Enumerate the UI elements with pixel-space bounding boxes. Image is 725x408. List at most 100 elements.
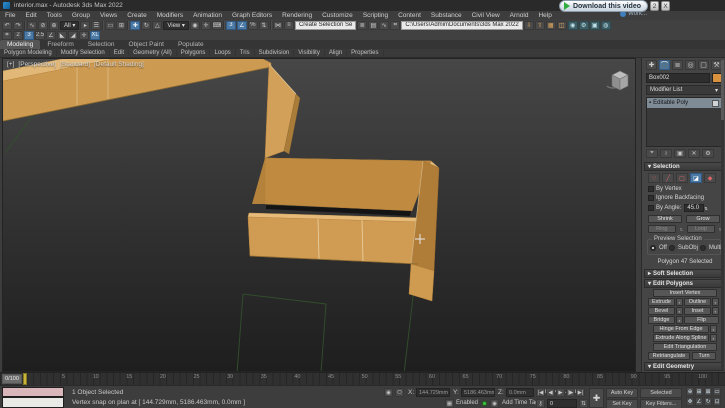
edit-polygons-rollout-header[interactable]: ▾ Edit Polygons [644,279,724,288]
frame-spinner[interactable]: ⇅ [579,399,588,408]
outline-settings-icon[interactable]: ▪ [712,298,719,306]
ribbon-tab-object-paint[interactable]: Object Paint [122,40,171,49]
menu-customize[interactable]: Customize [317,12,358,19]
select-object-icon[interactable]: ▸ [80,20,91,30]
preview-multi-radio[interactable] [699,245,706,251]
bridge-button[interactable]: Bridge [648,316,675,324]
viewport-pov-label[interactable]: [Perspective] [18,61,56,68]
key-filters-button[interactable]: Key Filters... [640,399,682,408]
by-vertex-checkbox[interactable] [648,186,654,192]
hinge-settings-icon[interactable]: ▪ [710,325,717,333]
xl-icon[interactable]: XL [90,30,100,40]
polygon-subobject-icon[interactable]: ◪ [690,173,702,183]
menu-rendering[interactable]: Rendering [277,12,317,19]
ribbon-tab-selection[interactable]: Selection [81,40,122,49]
by-angle-checkbox[interactable] [648,205,654,211]
import-asset-icon[interactable]: ⇧ [534,20,545,30]
ribbon-subtab-tris[interactable]: Tris [236,50,255,56]
panel-scrollbar[interactable] [721,60,724,370]
menu-tools[interactable]: Tools [42,12,67,19]
menu-substance[interactable]: Substance [426,12,467,19]
selection-filter-dropdown[interactable]: All ▾ [60,20,80,30]
menu-content[interactable]: Content [393,12,426,19]
field-of-view-icon[interactable]: ∠ [695,397,703,406]
snaps-grid-icon[interactable]: ⌗ [2,30,12,40]
bridge-settings-icon[interactable]: ▪ [676,316,683,324]
keyboard-shortcut-override-icon[interactable]: ⌨ [211,20,222,30]
selection-rollout-header[interactable]: ▾ Selection [644,162,724,171]
edit-geometry-rollout-header[interactable]: ▾ Edit Geometry [644,362,724,371]
progressive-display-icon[interactable]: ▦ [445,399,454,408]
extrude-settings-icon[interactable]: ▪ [676,298,683,306]
time-slider[interactable]: 0/100 [2,374,22,384]
align-icon[interactable]: ≡ [283,20,294,30]
window-crossing-icon[interactable]: ⊞ [116,20,127,30]
go-to-end-button[interactable]: ▶| [576,388,585,397]
asset-library-icon[interactable]: ⇩ [523,20,534,30]
angle-spinner[interactable]: ⇅ [704,206,707,211]
x-coordinate-field[interactable]: 144.729mm [416,388,450,397]
perspective-viewport[interactable]: [+] [Perspective] [Standard] [Default Sh… [2,58,636,372]
retriangulate-button[interactable]: Retriangulate [648,352,690,360]
render-production-icon[interactable]: ◍ [600,20,611,30]
object-name-field[interactable]: Box002 [646,73,710,83]
z-coordinate-field[interactable]: 0.0mm [506,388,534,397]
isolate-selection-icon[interactable]: ◉ [384,388,393,397]
mirror-icon[interactable]: ⋈ [272,20,283,30]
flip-button[interactable]: Flip [684,316,719,324]
menu-graph-editors[interactable]: Graph Editors [227,12,277,19]
project-folder-field[interactable]: C:\Users\Admin\Documents\3ds Max 2022 [401,20,523,30]
viewport-standard-label[interactable]: [Standard] [60,61,90,68]
menu-civil-view[interactable]: Civil View [467,12,505,19]
unlink-selection-icon[interactable]: ⊘ [38,20,48,30]
zoom-icon[interactable]: ⊕ [686,387,694,396]
cone-icon-2[interactable]: ◢ [68,30,78,40]
ribbon-subtab-edit[interactable]: Edit [110,50,130,56]
grow-button[interactable]: Grow [686,215,720,223]
select-and-scale-icon[interactable]: △ [152,20,163,30]
select-and-move-icon[interactable]: ✚ [130,20,141,30]
bevel-settings-icon[interactable]: ▪ [676,307,683,315]
top-wall-mesh[interactable] [3,59,272,122]
menu-animation[interactable]: Animation [188,12,227,19]
angle-toggle-icon[interactable]: ∠ [46,30,56,40]
export-asset-icon[interactable]: ▦ [545,20,556,30]
person-plus-icon[interactable]: ✛ [79,30,89,40]
undo-icon[interactable]: ↶ [2,20,12,30]
border-subobject-icon[interactable]: ▢ [676,173,688,183]
curve-editor-icon[interactable]: ∿ [379,20,390,30]
menu-group[interactable]: Group [67,12,95,19]
ribbon-tab-freeform[interactable]: Freeform [40,40,80,49]
angle-value-field[interactable]: 45.0 [684,204,705,212]
named-selection-set-field[interactable]: Create Selection Se [294,20,357,30]
ribbon-subtab-polygon-modeling[interactable]: Polygon Modeling [0,50,57,56]
menu-file[interactable]: File [0,12,20,19]
overlay-badge[interactable]: 2 [650,1,659,11]
previous-frame-button[interactable]: ◀ [546,388,555,397]
insert-vertex-button[interactable]: Insert Vertex [653,289,717,297]
orbit-icon[interactable]: ↻ [704,397,712,406]
edge-subobject-icon[interactable]: ╱ [662,173,674,183]
ring-spinner[interactable]: ⇅ [680,227,683,232]
layer-manager-icon[interactable]: ≣ [357,20,368,30]
select-by-name-icon[interactable]: ☰ [91,20,102,30]
viewport-menu-plus[interactable]: [+] [7,61,14,68]
ignore-backfacing-checkbox[interactable] [648,195,654,201]
selection-lock-icon[interactable]: ⎔ [395,388,404,397]
snaps-2d-icon[interactable]: 2 [13,30,23,40]
play-button[interactable]: ▶ [556,388,565,397]
extrude-button[interactable]: Extrude [648,298,675,306]
percent-snap-icon[interactable]: % [247,20,258,30]
add-time-tag[interactable]: Add Time Tag [502,400,539,406]
select-and-link-icon[interactable]: ∿ [27,20,37,30]
display-tab-icon[interactable]: ▢ [698,60,709,70]
select-and-rotate-icon[interactable]: ↻ [141,20,152,30]
extrude-along-spline-settings-icon[interactable]: ▪ [710,334,717,342]
shrink-button[interactable]: Shrink [648,215,682,223]
show-end-result-icon[interactable]: ≀ [660,149,672,158]
configure-modifier-sets-icon[interactable]: ⚙ [702,149,714,158]
ignore-backfacing-row[interactable]: Ignore Backfacing [648,195,722,201]
turn-button[interactable]: Turn [692,352,716,360]
element-subobject-icon[interactable]: ◆ [704,173,716,183]
go-to-start-button[interactable]: |◀ [536,388,545,397]
